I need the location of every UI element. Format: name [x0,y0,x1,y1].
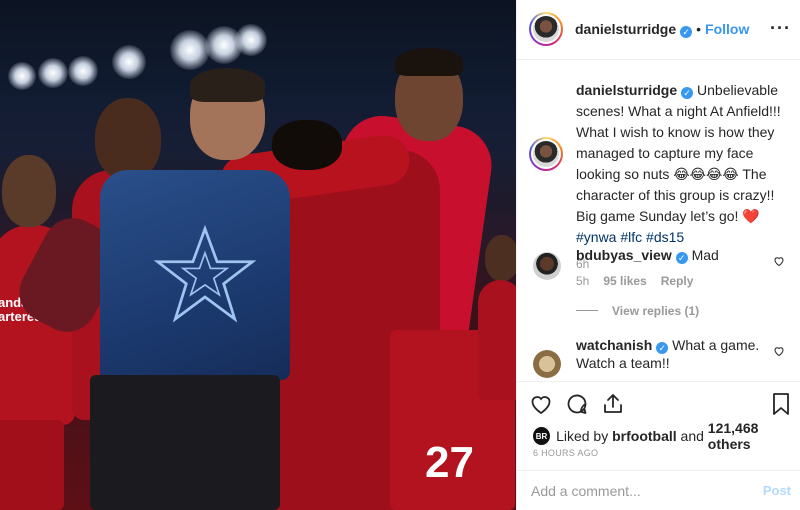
verified-badge-icon: ✓ [675,252,688,264]
caption-text: Unbelievable scenes! What a night At Anf… [576,82,781,224]
caption-avatar[interactable] [529,137,563,171]
comment-like-heart-icon[interactable] [773,255,785,267]
more-options-icon[interactable]: ··· [770,18,791,38]
comment-username[interactable]: watchanish [576,337,652,353]
profile-picture [533,141,559,167]
like-button[interactable] [527,390,555,418]
comment-body: watchanish ✓ What a game. Watch a team!! [576,336,766,372]
liked-by-user[interactable]: brfootball [612,428,677,444]
comment-username[interactable]: bdubyas_view [576,247,672,263]
player-head [95,98,161,180]
comment-text: Mad [691,247,719,263]
posted-time[interactable]: 6 HOURS AGO [533,448,598,458]
player-hair [272,120,342,170]
profile-picture [533,16,559,42]
post-header: danielsturridge ✓ • Follow ··· [517,0,800,60]
bookmark-icon [773,393,789,415]
champions-league-star-icon [153,224,257,323]
verified-badge-icon: ✓ [680,26,693,38]
floodlight [235,24,267,56]
hashtag[interactable]: #ynwa [576,229,616,245]
comment-meta: 5h 95 likes Reply [576,274,707,288]
caption-username[interactable]: danielsturridge [576,82,677,98]
header-user-line: danielsturridge ✓ • Follow [575,21,749,38]
player-shorts [0,420,64,510]
comment-time[interactable]: 5h [576,274,589,288]
header-username[interactable]: danielsturridge [575,21,676,37]
instagram-post: andard artered 27 [0,0,800,510]
likes-count[interactable]: 121,468 others [708,420,800,452]
heart-icon [531,396,551,415]
reply-button[interactable]: Reply [661,274,694,288]
comment-avatar[interactable] [533,350,561,378]
staff-trousers [90,375,280,510]
post-button[interactable]: Post [763,483,791,498]
player-hair [395,48,463,76]
comment-icon [567,394,587,414]
comment-avatar[interactable] [533,252,561,280]
avatar[interactable] [529,12,563,46]
liked-by-and: and [676,428,708,444]
follow-button[interactable]: Follow [705,21,749,37]
share-icon [604,394,622,413]
separator-dot: • [696,21,702,37]
floodlight [68,56,98,86]
comment-button[interactable] [563,390,591,418]
floodlight [8,62,36,90]
player-shirt [478,280,516,400]
liker-avatar[interactable]: BR [533,427,551,445]
hashtag[interactable]: #ds15 [646,229,684,245]
view-replies[interactable]: View replies (1) [576,304,699,318]
post-sidebar: danielsturridge ✓ • Follow ··· danielsturri… [516,0,800,510]
liked-by-prefix: Liked by [556,428,613,444]
verified-badge-icon: ✓ [681,87,694,99]
comment-input[interactable] [531,481,751,501]
comments-list[interactable]: danielsturridge ✓ Unbelievable scenes! Wh… [517,61,800,381]
staff-hair [190,68,265,102]
hashtag[interactable]: #lfc [620,229,642,245]
add-comment-bar: Post [517,470,800,510]
comment-likes[interactable]: 95 likes [603,274,646,288]
player-head [485,235,516,281]
save-button[interactable] [767,390,795,418]
shirt-number: 27 [425,438,474,487]
post-photo[interactable]: andard artered 27 [0,0,516,510]
floodlight [38,58,68,88]
player-head [2,155,56,227]
verified-badge-icon: ✓ [656,342,669,354]
share-button[interactable] [599,390,627,418]
floodlight [170,30,210,70]
floodlight [112,45,146,79]
comment-like-heart-icon[interactable] [773,345,785,357]
comment-body: bdubyas_view ✓ Mad [576,246,766,264]
